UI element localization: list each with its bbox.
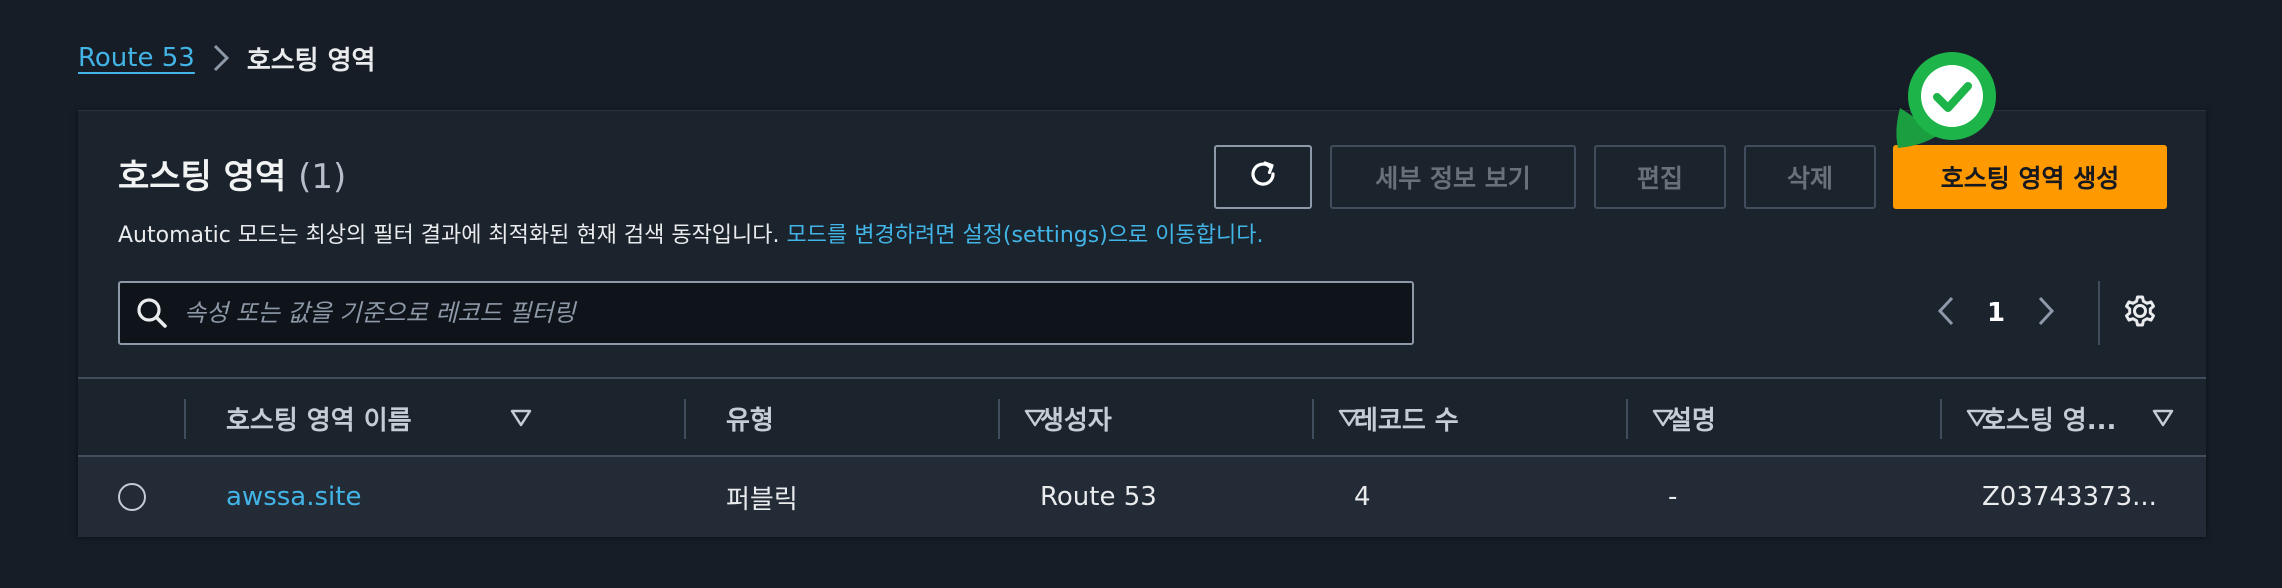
row-select-cell xyxy=(118,457,146,537)
gear-icon xyxy=(2122,293,2158,333)
column-separator xyxy=(1940,399,1942,439)
column-header-record-count[interactable]: 레코드 수 xyxy=(1354,379,1678,457)
sort-icon[interactable] xyxy=(506,403,536,433)
pagination-divider xyxy=(2098,281,2100,345)
table-header: 호스팅 영역 이름 유형 생성자 레코드 수 설명 호스팅 영... xyxy=(78,377,2206,457)
zone-count: (1) xyxy=(298,157,347,197)
breadcrumb-route53-link[interactable]: Route 53 xyxy=(78,43,195,73)
cell-type: 퍼블릭 xyxy=(726,484,798,515)
next-page-button[interactable] xyxy=(2018,281,2074,345)
refresh-button[interactable] xyxy=(1214,145,1312,209)
cell-zone-id: Z03743373... xyxy=(1982,482,2157,512)
pagination: 1 xyxy=(1918,281,2170,345)
column-header-label: 레코드 수 xyxy=(1354,405,1459,436)
search-mode-description: Automatic 모드는 최상의 필터 결과에 최적화된 현재 검색 동작입니… xyxy=(118,217,1263,249)
table-settings-button[interactable] xyxy=(2110,281,2170,345)
column-header-name[interactable]: 호스팅 영역 이름 xyxy=(226,379,536,457)
filter-search-box xyxy=(118,281,1414,345)
chevron-left-icon xyxy=(1936,295,1956,331)
cell-created-by: Route 53 xyxy=(1040,482,1157,512)
column-separator xyxy=(1626,399,1628,439)
column-header-type[interactable]: 유형 xyxy=(726,379,1050,457)
breadcrumb-current: 호스팅 영역 xyxy=(246,45,376,76)
column-header-description[interactable]: 설명 xyxy=(1668,379,1992,457)
column-header-label: 호스팅 영역 이름 xyxy=(226,405,412,436)
column-separator xyxy=(684,399,686,439)
column-separator xyxy=(184,399,186,439)
page-title: 호스팅 영역 (1) xyxy=(118,149,346,198)
table-row[interactable]: awssa.site 퍼블릭 Route 53 4 - Z03743373... xyxy=(78,457,2206,537)
view-details-button[interactable]: 세부 정보 보기 xyxy=(1330,145,1576,209)
column-header-label: 설명 xyxy=(1668,405,1716,436)
row-radio-button[interactable] xyxy=(118,483,146,511)
column-separator xyxy=(998,399,1000,439)
column-header-label: 호스팅 영... xyxy=(1982,405,2117,436)
settings-link[interactable]: 모드를 변경하려면 설정(settings)으로 이동합니다. xyxy=(787,223,1264,248)
sort-icon[interactable] xyxy=(2148,403,2178,433)
delete-button[interactable]: 삭제 xyxy=(1744,145,1876,209)
column-separator xyxy=(1312,399,1314,439)
description-text: Automatic 모드는 최상의 필터 결과에 최적화된 현재 검색 동작입니… xyxy=(118,223,787,248)
previous-page-button[interactable] xyxy=(1918,281,1974,345)
chevron-right-icon xyxy=(195,40,247,76)
column-header-label: 생성자 xyxy=(1040,405,1112,436)
search-icon xyxy=(120,283,184,343)
page-title-text: 호스팅 영역 xyxy=(118,157,287,197)
chevron-right-icon xyxy=(2036,295,2056,331)
filter-search-input[interactable] xyxy=(184,299,1412,327)
edit-button[interactable]: 편집 xyxy=(1594,145,1726,209)
column-header-created-by[interactable]: 생성자 xyxy=(1040,379,1364,457)
hosted-zones-panel: 호스팅 영역 (1) Automatic 모드는 최상의 필터 결과에 최적화된… xyxy=(78,110,2206,537)
breadcrumb: Route 53 호스팅 영역 xyxy=(78,40,375,76)
cell-record-count: 4 xyxy=(1354,482,1371,512)
hosted-zone-name-link[interactable]: awssa.site xyxy=(226,457,361,537)
column-header-zone-id[interactable]: 호스팅 영... xyxy=(1982,379,2178,457)
cell-description: - xyxy=(1668,482,1678,512)
refresh-icon xyxy=(1245,156,1281,198)
check-badge-icon xyxy=(1888,48,2012,158)
column-header-label: 유형 xyxy=(726,405,774,436)
page-number[interactable]: 1 xyxy=(1974,298,2018,328)
hosted-zones-table: 호스팅 영역 이름 유형 생성자 레코드 수 설명 호스팅 영... awssa… xyxy=(78,377,2206,537)
